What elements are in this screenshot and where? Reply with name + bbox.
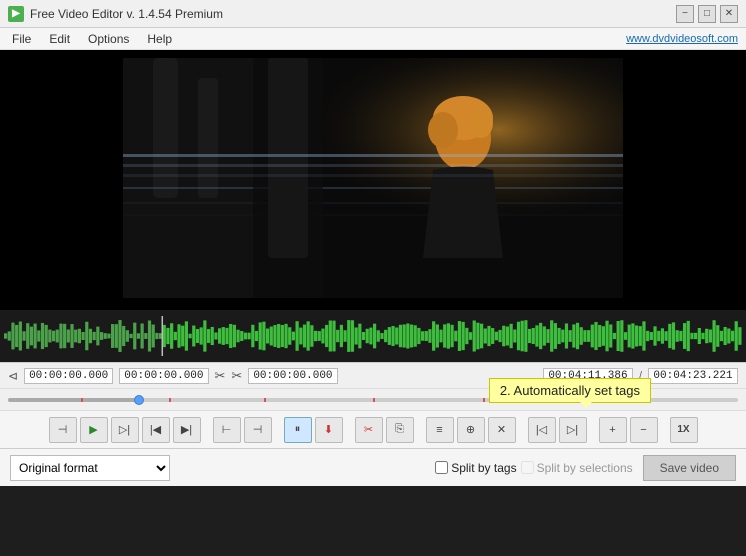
app-title: Free Video Editor v. 1.4.54 Premium <box>30 7 676 21</box>
cut-icon1: ✂ <box>215 368 226 384</box>
next-keyframe-button[interactable]: ▶| <box>173 417 201 443</box>
split-by-selections-item: Split by selections <box>521 461 633 475</box>
next-marker-button[interactable]: ▷| <box>559 417 587 443</box>
menu-edit[interactable]: Edit <box>41 30 78 48</box>
time-current: 00:04:11.386 <box>543 368 633 384</box>
frame-forward-button[interactable]: ▷| <box>111 417 139 443</box>
download-button[interactable]: ⬇ <box>315 417 343 443</box>
scrubber-marker-2 <box>169 398 171 402</box>
menu-bar: File Edit Options Help www.dvdvideosoft.… <box>0 28 746 50</box>
speed-button[interactable]: 1X <box>670 417 698 443</box>
scrubber-marker-3 <box>264 398 266 402</box>
delete-button[interactable]: ✕ <box>488 417 516 443</box>
checkbox-group: Split by tags Split by selections <box>435 461 632 475</box>
clip-start-icon: ⊲ <box>8 369 18 383</box>
save-video-button[interactable]: Save video <box>643 455 736 481</box>
pause-button[interactable]: ⏸ <box>284 417 312 443</box>
split-by-tags-label[interactable]: Split by tags <box>451 461 516 475</box>
scrubber-area[interactable] <box>0 388 746 410</box>
close-button[interactable]: ✕ <box>720 5 738 23</box>
transport-bar: ⊣ ▶ ▷| |◀ ▶| ⊢ ⊣ ⏸ ⬇ ✂ ⎘ ≡ ⊕ ✕ |◁ ▷| + −… <box>0 410 746 448</box>
prev-keyframe-button[interactable]: |◀ <box>142 417 170 443</box>
settings-button[interactable]: ≡ <box>426 417 454 443</box>
split-by-selections-label: Split by selections <box>537 461 633 475</box>
menu-help[interactable]: Help <box>139 30 180 48</box>
go-to-next-button[interactable]: ⊣ <box>244 417 272 443</box>
title-bar: ▶ Free Video Editor v. 1.4.54 Premium − … <box>0 0 746 28</box>
scrubber-track[interactable] <box>8 398 738 402</box>
cut-icon2: ✂ <box>231 368 242 384</box>
scrubber-marker-1 <box>81 398 83 402</box>
time-clip-start[interactable]: 00:00:00.000 <box>24 368 113 384</box>
split-by-selections-checkbox <box>521 461 534 474</box>
copy-button[interactable]: ⎘ <box>386 417 414 443</box>
waveform-area[interactable] <box>0 310 746 362</box>
bottom-bar: Original format Split by tags Split by s… <box>0 448 746 486</box>
time-clip-end[interactable]: 00:00:00.000 <box>119 368 208 384</box>
play-button[interactable]: ▶ <box>80 417 108 443</box>
format-select[interactable]: Original format <box>10 455 170 481</box>
waveform-svg <box>4 316 742 356</box>
scrubber-fill <box>8 398 139 402</box>
video-area: 1. Audio waveform <box>0 50 746 310</box>
zoom-out-button[interactable]: − <box>630 417 658 443</box>
scrubber-marker-4 <box>373 398 375 402</box>
menu-options[interactable]: Options <box>80 30 137 48</box>
split-by-tags-checkbox[interactable] <box>435 461 448 474</box>
maximize-button[interactable]: □ <box>698 5 716 23</box>
split-by-tags-item[interactable]: Split by tags <box>435 461 516 475</box>
go-to-prev-button[interactable]: ⊢ <box>213 417 241 443</box>
window-controls: − □ ✕ <box>676 5 738 23</box>
cut-button[interactable]: ✂ <box>355 417 383 443</box>
scrubber-handle[interactable] <box>134 395 144 405</box>
time-total: 00:04:23.221 <box>648 368 738 384</box>
menu-items: File Edit Options Help <box>4 30 180 48</box>
time-controls: ⊲ 00:00:00.000 00:00:00.000 ✂ ✂ 00:00:00… <box>0 362 746 388</box>
time-selection[interactable]: 00:00:00.000 <box>248 368 337 384</box>
scrubber-marker-5 <box>483 398 485 402</box>
minimize-button[interactable]: − <box>676 5 694 23</box>
zoom-in-button[interactable]: + <box>599 417 627 443</box>
scrubber-marker-6 <box>592 398 594 402</box>
split-button[interactable]: ⊕ <box>457 417 485 443</box>
time-separator: / <box>639 370 642 382</box>
video-frame <box>123 58 623 298</box>
website-link[interactable]: www.dvdvideosoft.com <box>626 33 738 45</box>
prev-marker-button[interactable]: |◁ <box>528 417 556 443</box>
go-to-start-button[interactable]: ⊣ <box>49 417 77 443</box>
app-icon: ▶ <box>8 6 24 22</box>
menu-file[interactable]: File <box>4 30 39 48</box>
